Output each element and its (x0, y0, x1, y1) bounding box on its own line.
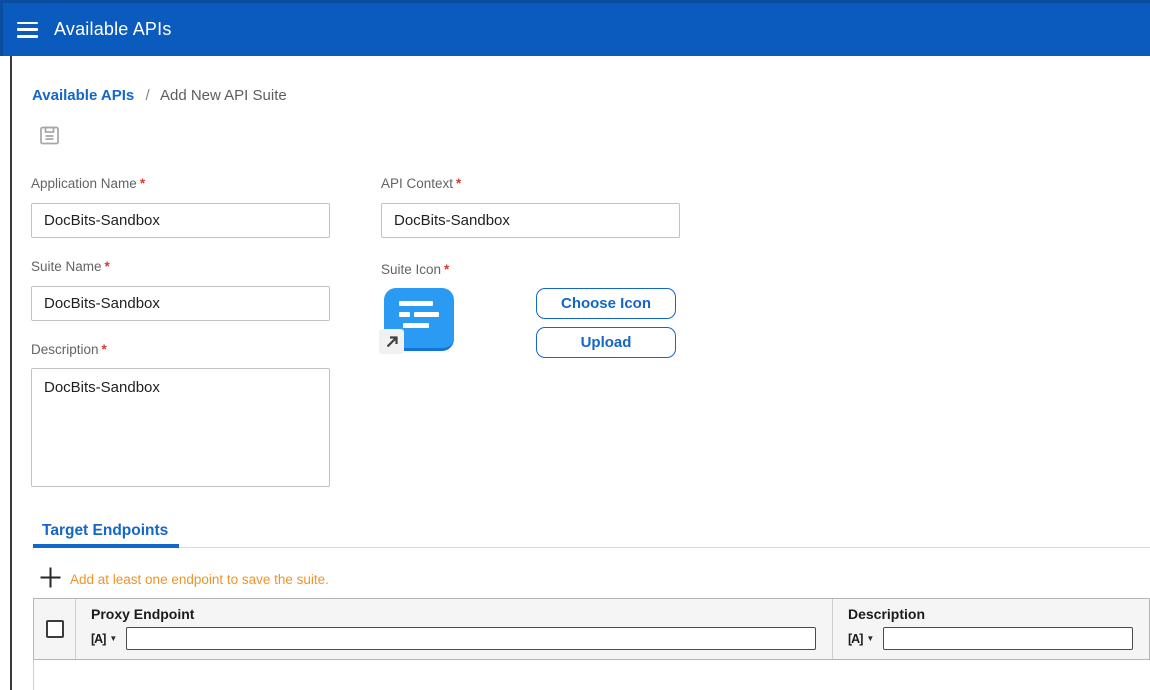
api-context-label: API Context* (381, 176, 461, 191)
proxy-endpoint-filter-input[interactable] (126, 627, 816, 650)
endpoints-table-header: Proxy Endpoint [A] ▼ Description [A] ▼ (33, 598, 1150, 660)
description-filter-input[interactable] (883, 627, 1133, 650)
endpoint-warning-text: Add at least one endpoint to save the su… (70, 572, 329, 587)
proxy-endpoint-column: Proxy Endpoint [A] ▼ (76, 599, 833, 659)
suite-name-label: Suite Name* (31, 259, 110, 274)
tab-target-endpoints[interactable]: Target Endpoints (42, 522, 168, 540)
select-all-cell (34, 599, 76, 659)
app-title: Available APIs (54, 19, 172, 40)
caret-down-icon: ▼ (866, 634, 874, 643)
description-label: Description* (31, 342, 107, 357)
save-button[interactable] (38, 125, 60, 147)
suite-icon-label: Suite Icon* (381, 262, 449, 277)
description-filter-operator-dropdown[interactable]: [A] ▼ (848, 632, 874, 646)
required-asterisk: * (444, 262, 449, 277)
required-asterisk: * (105, 259, 110, 274)
plus-icon (39, 566, 62, 589)
application-name-label: Application Name* (31, 176, 145, 191)
add-endpoint-button[interactable] (38, 566, 62, 590)
breadcrumb-separator: / (145, 87, 149, 104)
breadcrumb-available-apis-link[interactable]: Available APIs (32, 87, 134, 104)
arrow-up-right-icon (379, 329, 404, 354)
choose-icon-button[interactable]: Choose Icon (536, 288, 676, 319)
api-context-input[interactable] (381, 203, 680, 238)
suite-name-input[interactable] (31, 286, 330, 321)
description-column: Description [A] ▼ (833, 599, 1149, 659)
upload-button[interactable]: Upload (536, 327, 676, 358)
description-textarea[interactable]: DocBits-Sandbox (31, 368, 330, 487)
application-name-input[interactable] (31, 203, 330, 238)
suite-icon-preview (384, 288, 454, 351)
hamburger-menu-icon[interactable] (17, 21, 41, 39)
proxy-filter-operator-dropdown[interactable]: [A] ▼ (91, 632, 117, 646)
select-all-checkbox[interactable] (46, 620, 64, 638)
required-asterisk: * (102, 342, 107, 357)
required-asterisk: * (456, 176, 461, 191)
tab-active-indicator (33, 544, 179, 548)
left-edge-divider (10, 56, 12, 690)
breadcrumb: Available APIs / Add New API Suite (32, 87, 287, 104)
table-body-left-edge (33, 660, 34, 690)
filter-operator-icon: [A] (848, 632, 862, 646)
description-column-header: Description (848, 606, 1133, 622)
tab-divider (33, 547, 1150, 548)
proxy-endpoint-column-header: Proxy Endpoint (91, 606, 816, 622)
app-header: Available APIs (0, 0, 1150, 56)
breadcrumb-current-page: Add New API Suite (160, 87, 287, 104)
caret-down-icon: ▼ (109, 634, 117, 643)
save-icon (39, 125, 60, 146)
required-asterisk: * (140, 176, 145, 191)
filter-operator-icon: [A] (91, 632, 105, 646)
